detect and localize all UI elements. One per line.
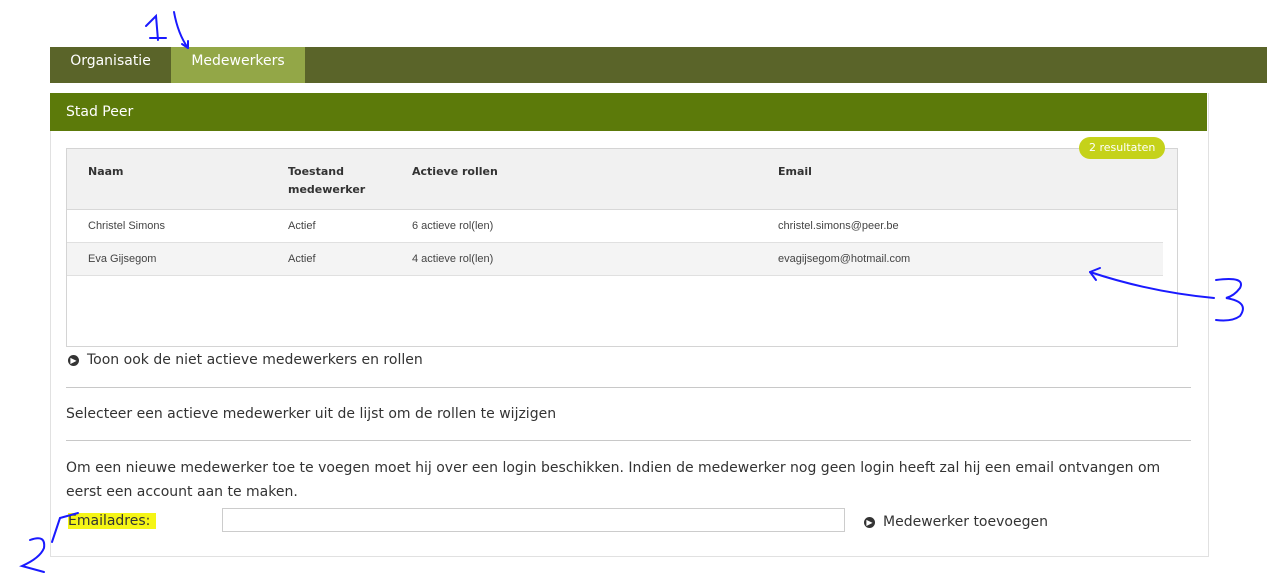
annotation-arrow-one <box>173 11 189 49</box>
handwritten-annotations <box>19 11 1244 573</box>
annotation-one <box>145 13 159 41</box>
annotation-arrow-two <box>59 512 79 519</box>
annotation-arrow-three <box>1089 271 1215 299</box>
annotation-two <box>19 537 46 573</box>
annotation-three <box>1215 278 1244 322</box>
